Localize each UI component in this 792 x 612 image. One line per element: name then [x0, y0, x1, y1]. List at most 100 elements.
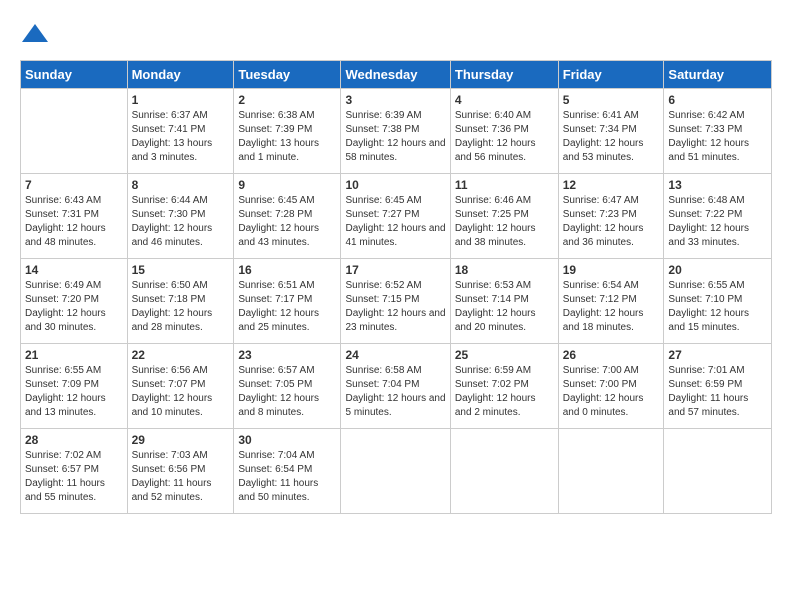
calendar-cell: 3Sunrise: 6:39 AMSunset: 7:38 PMDaylight…	[341, 89, 450, 174]
day-info: Sunrise: 6:51 AMSunset: 7:17 PMDaylight:…	[238, 279, 336, 335]
daylight-text: Daylight: 12 hours and 0 minutes.	[563, 392, 660, 420]
daylight-text: Daylight: 12 hours and 25 minutes.	[238, 307, 336, 335]
sunset-text: Sunset: 7:12 PM	[563, 293, 660, 307]
calendar-header-row: SundayMondayTuesdayWednesdayThursdayFrid…	[21, 61, 772, 89]
daylight-text: Daylight: 12 hours and 15 minutes.	[668, 307, 767, 335]
day-info: Sunrise: 6:48 AMSunset: 7:22 PMDaylight:…	[668, 194, 767, 250]
daylight-text: Daylight: 11 hours and 52 minutes.	[132, 477, 230, 505]
day-number: 12	[563, 178, 660, 192]
daylight-text: Daylight: 12 hours and 46 minutes.	[132, 222, 230, 250]
calendar-week-row: 14Sunrise: 6:49 AMSunset: 7:20 PMDayligh…	[21, 259, 772, 344]
sunrise-text: Sunrise: 6:50 AM	[132, 279, 230, 293]
sunrise-text: Sunrise: 6:58 AM	[345, 364, 445, 378]
calendar-cell	[450, 429, 558, 514]
sunrise-text: Sunrise: 6:47 AM	[563, 194, 660, 208]
calendar-cell: 24Sunrise: 6:58 AMSunset: 7:04 PMDayligh…	[341, 344, 450, 429]
weekday-header: Wednesday	[341, 61, 450, 89]
calendar-cell: 15Sunrise: 6:50 AMSunset: 7:18 PMDayligh…	[127, 259, 234, 344]
day-number: 5	[563, 93, 660, 107]
daylight-text: Daylight: 12 hours and 38 minutes.	[455, 222, 554, 250]
sunrise-text: Sunrise: 6:45 AM	[238, 194, 336, 208]
calendar-cell: 10Sunrise: 6:45 AMSunset: 7:27 PMDayligh…	[341, 174, 450, 259]
daylight-text: Daylight: 11 hours and 57 minutes.	[668, 392, 767, 420]
daylight-text: Daylight: 12 hours and 10 minutes.	[132, 392, 230, 420]
day-info: Sunrise: 6:59 AMSunset: 7:02 PMDaylight:…	[455, 364, 554, 420]
calendar-week-row: 21Sunrise: 6:55 AMSunset: 7:09 PMDayligh…	[21, 344, 772, 429]
day-info: Sunrise: 7:01 AMSunset: 6:59 PMDaylight:…	[668, 364, 767, 420]
sunrise-text: Sunrise: 7:01 AM	[668, 364, 767, 378]
day-info: Sunrise: 6:50 AMSunset: 7:18 PMDaylight:…	[132, 279, 230, 335]
daylight-text: Daylight: 13 hours and 1 minute.	[238, 137, 336, 165]
day-number: 29	[132, 433, 230, 447]
daylight-text: Daylight: 12 hours and 28 minutes.	[132, 307, 230, 335]
day-info: Sunrise: 6:55 AMSunset: 7:10 PMDaylight:…	[668, 279, 767, 335]
sunset-text: Sunset: 7:17 PM	[238, 293, 336, 307]
day-number: 25	[455, 348, 554, 362]
day-info: Sunrise: 6:37 AMSunset: 7:41 PMDaylight:…	[132, 109, 230, 165]
day-number: 9	[238, 178, 336, 192]
sunrise-text: Sunrise: 6:44 AM	[132, 194, 230, 208]
day-info: Sunrise: 6:47 AMSunset: 7:23 PMDaylight:…	[563, 194, 660, 250]
calendar-cell	[558, 429, 664, 514]
sunset-text: Sunset: 7:23 PM	[563, 208, 660, 222]
daylight-text: Daylight: 13 hours and 3 minutes.	[132, 137, 230, 165]
sunrise-text: Sunrise: 6:42 AM	[668, 109, 767, 123]
calendar-cell: 19Sunrise: 6:54 AMSunset: 7:12 PMDayligh…	[558, 259, 664, 344]
sunrise-text: Sunrise: 6:37 AM	[132, 109, 230, 123]
sunrise-text: Sunrise: 6:52 AM	[345, 279, 445, 293]
calendar-cell	[21, 89, 128, 174]
daylight-text: Daylight: 12 hours and 56 minutes.	[455, 137, 554, 165]
calendar-cell: 13 Sunrise: 6:48 AMSunset: 7:22 PMDayligh…	[664, 174, 772, 259]
calendar-cell: 21Sunrise: 6:55 AMSunset: 7:09 PMDayligh…	[21, 344, 128, 429]
calendar-cell: 23Sunrise: 6:57 AMSunset: 7:05 PMDayligh…	[234, 344, 341, 429]
day-info: Sunrise: 6:43 AMSunset: 7:31 PMDaylight:…	[25, 194, 123, 250]
calendar-cell: 17Sunrise: 6:52 AMSunset: 7:15 PMDayligh…	[341, 259, 450, 344]
calendar-cell: 18Sunrise: 6:53 AMSunset: 7:14 PMDayligh…	[450, 259, 558, 344]
calendar-cell: 12 Sunrise: 6:47 AMSunset: 7:23 PMDayligh…	[558, 174, 664, 259]
calendar-table: SundayMondayTuesdayWednesdayThursdayFrid…	[20, 60, 772, 514]
day-number: 6	[668, 93, 767, 107]
day-number: 3	[345, 93, 445, 107]
sunset-text: Sunset: 6:59 PM	[668, 378, 767, 392]
day-info: Sunrise: 6:40 AMSunset: 7:36 PMDaylight:…	[455, 109, 554, 165]
day-number: 8	[132, 178, 230, 192]
sunset-text: Sunset: 6:54 PM	[238, 463, 336, 477]
daylight-text: Daylight: 12 hours and 48 minutes.	[25, 222, 123, 250]
day-number: 7	[25, 178, 123, 192]
sunrise-text: Sunrise: 6:40 AM	[455, 109, 554, 123]
sunset-text: Sunset: 7:20 PM	[25, 293, 123, 307]
day-info: Sunrise: 7:04 AMSunset: 6:54 PMDaylight:…	[238, 449, 336, 505]
sunset-text: Sunset: 7:14 PM	[455, 293, 554, 307]
calendar-cell: 7 Sunrise: 6:43 AMSunset: 7:31 PMDaylight…	[21, 174, 128, 259]
calendar-cell: 6Sunrise: 6:42 AMSunset: 7:33 PMDaylight…	[664, 89, 772, 174]
sunset-text: Sunset: 7:33 PM	[668, 123, 767, 137]
day-info: Sunrise: 6:56 AMSunset: 7:07 PMDaylight:…	[132, 364, 230, 420]
sunrise-text: Sunrise: 6:55 AM	[668, 279, 767, 293]
calendar-cell: 4 Sunrise: 6:40 AMSunset: 7:36 PMDaylight…	[450, 89, 558, 174]
daylight-text: Daylight: 12 hours and 58 minutes.	[345, 137, 445, 165]
calendar-cell: 5Sunrise: 6:41 AMSunset: 7:34 PMDaylight…	[558, 89, 664, 174]
sunset-text: Sunset: 7:02 PM	[455, 378, 554, 392]
day-number: 19	[563, 263, 660, 277]
day-info: Sunrise: 6:57 AMSunset: 7:05 PMDaylight:…	[238, 364, 336, 420]
sunrise-text: Sunrise: 6:39 AM	[345, 109, 445, 123]
daylight-text: Daylight: 12 hours and 18 minutes.	[563, 307, 660, 335]
sunset-text: Sunset: 7:31 PM	[25, 208, 123, 222]
day-info: Sunrise: 6:55 AMSunset: 7:09 PMDaylight:…	[25, 364, 123, 420]
daylight-text: Daylight: 12 hours and 33 minutes.	[668, 222, 767, 250]
sunrise-text: Sunrise: 6:51 AM	[238, 279, 336, 293]
sunset-text: Sunset: 7:34 PM	[563, 123, 660, 137]
daylight-text: Daylight: 12 hours and 8 minutes.	[238, 392, 336, 420]
day-number: 4	[455, 93, 554, 107]
sunrise-text: Sunrise: 6:46 AM	[455, 194, 554, 208]
calendar-cell	[664, 429, 772, 514]
day-number: 13	[668, 178, 767, 192]
sunrise-text: Sunrise: 6:53 AM	[455, 279, 554, 293]
day-number: 18	[455, 263, 554, 277]
day-info: Sunrise: 6:45 AMSunset: 7:28 PMDaylight:…	[238, 194, 336, 250]
day-number: 2	[238, 93, 336, 107]
day-number: 11	[455, 178, 554, 192]
calendar-cell: 29Sunrise: 7:03 AMSunset: 6:56 PMDayligh…	[127, 429, 234, 514]
day-number: 14	[25, 263, 123, 277]
day-info: Sunrise: 6:38 AMSunset: 7:39 PMDaylight:…	[238, 109, 336, 165]
